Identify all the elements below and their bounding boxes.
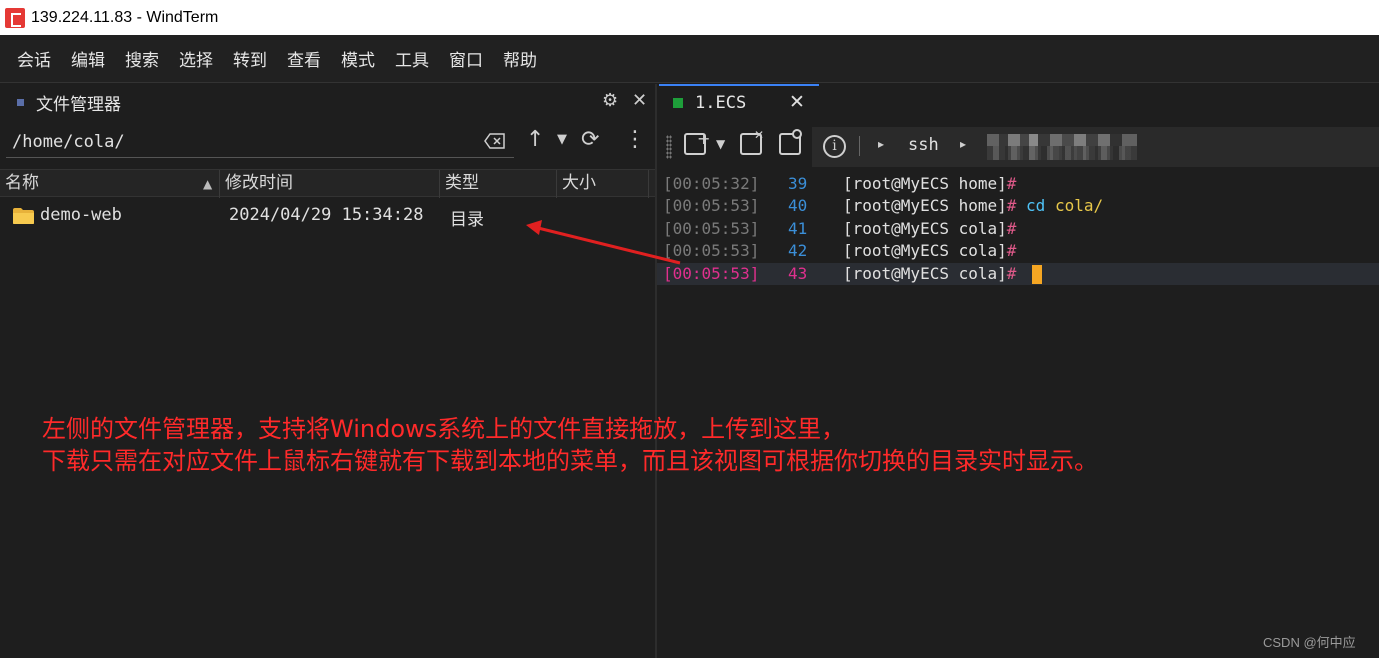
annotation-line-2: 下载只需在对应文件上鼠标右键就有下载到本地的菜单，而且该视图可根据你切换的目录实… — [42, 447, 1098, 475]
column-name-label: 名称 — [5, 173, 39, 193]
line-prompt: [root@MyECS home]# cd cola/ — [843, 196, 1104, 215]
window-title: 139.224.11.83 - WindTerm — [31, 8, 219, 26]
session-protocol[interactable]: ssh — [908, 135, 939, 155]
annotation-line-1: 左侧的文件管理器，支持将Windows系统上的文件直接拖放，上传到这里， — [42, 415, 846, 443]
file-modified: 2024/04/29 15:34:28 — [229, 205, 424, 225]
terminal-line: [00:05:53] 40 [root@MyECS home]# cd cola… — [657, 195, 1379, 217]
watermark: CSDN @何中应 — [1263, 635, 1356, 650]
menu-item-help[interactable]: 帮助 — [503, 46, 537, 71]
chevron-down-icon[interactable]: ▼ — [716, 137, 725, 151]
terminal-cursor — [1032, 265, 1042, 284]
line-prompt: [root@MyECS cola]# — [843, 241, 1017, 260]
column-header-type[interactable]: 类型 — [440, 170, 557, 198]
file-manager-header: 文件管理器 ⚙ ✕ — [0, 84, 655, 120]
terminal-line-current: [00:05:53] 43 [root@MyECS cola]# — [657, 263, 1379, 285]
tab-session[interactable]: 1.ECS ✕ — [659, 84, 819, 121]
line-number: 42 — [788, 241, 808, 260]
duplicate-badge-icon — [792, 129, 802, 139]
tab-strip: 1.ECS ✕ — [657, 84, 1379, 121]
breadcrumb-arrow-icon: ▸ — [960, 137, 967, 151]
sort-ascending-icon[interactable]: ▲ — [203, 171, 212, 198]
line-timestamp: [00:05:32] — [663, 174, 760, 193]
menu-item-tools[interactable]: 工具 — [395, 46, 429, 71]
menu-item-view[interactable]: 查看 — [287, 46, 321, 71]
line-prompt: [root@MyECS cola]# — [843, 219, 1017, 238]
file-table-header: 名称 ▲ 修改时间 类型 大小 — [0, 169, 655, 198]
menu-item-select[interactable]: 选择 — [179, 46, 213, 71]
terminal-line: [00:05:53] 41 [root@MyECS cola]# — [657, 218, 1379, 240]
annotation-text: 左侧的文件管理器，支持将Windows系统上的文件直接拖放，上传到这里， 下载只… — [42, 413, 1098, 477]
arrow-up-icon[interactable]: ↑ — [526, 127, 544, 152]
line-number: 39 — [788, 174, 808, 193]
file-manager-title: 文件管理器 — [36, 94, 121, 115]
chevron-down-icon[interactable]: ▼ — [557, 132, 567, 147]
terminal-panel: 1.ECS ✕ + ▼ ✕ i ▸ ssh ▸ [00:05:32] 39 [r… — [657, 84, 1379, 658]
plus-icon: + — [697, 129, 711, 148]
menu-bar: 会话 编辑 搜索 选择 转到 查看 模式 工具 窗口 帮助 — [0, 35, 1379, 83]
column-header-modified[interactable]: 修改时间 — [220, 170, 440, 198]
menu-item-window[interactable]: 窗口 — [449, 46, 483, 71]
terminal-line: [00:05:53] 42 [root@MyECS cola]# — [657, 240, 1379, 262]
column-header-size[interactable]: 大小 — [557, 170, 649, 198]
close-icon[interactable]: ✕ — [632, 90, 647, 111]
separator — [859, 136, 860, 156]
close-x-icon: ✕ — [754, 128, 765, 142]
gear-icon[interactable]: ⚙ — [602, 90, 618, 111]
menu-item-goto[interactable]: 转到 — [233, 46, 267, 71]
clear-input-icon[interactable] — [484, 133, 506, 149]
title-bar: 139.224.11.83 - WindTerm — [0, 0, 1379, 35]
breadcrumb-arrow-icon: ▸ — [878, 137, 885, 151]
info-icon[interactable]: i — [823, 135, 846, 158]
file-type: 目录 — [450, 210, 484, 230]
tab-label: 1.ECS — [695, 93, 747, 113]
menu-item-edit[interactable]: 编辑 — [71, 46, 105, 71]
menu-item-session[interactable]: 会话 — [17, 46, 51, 71]
path-bar: ↑ ▼ ⟳ ⋮ — [0, 124, 655, 162]
terminal-line: [00:05:32] 39 [root@MyECS home]# — [657, 173, 1379, 195]
folder-icon — [13, 208, 34, 224]
more-vertical-icon[interactable]: ⋮ — [624, 127, 646, 152]
column-header-name[interactable]: 名称 ▲ — [0, 170, 220, 198]
column-size-label: 大小 — [562, 173, 596, 193]
close-icon[interactable]: ✕ — [789, 91, 805, 113]
refresh-icon[interactable]: ⟳ — [581, 127, 599, 152]
panel-bullet-icon — [17, 98, 24, 106]
line-timestamp: [00:05:53] — [663, 196, 760, 215]
line-number: 40 — [788, 196, 808, 215]
path-input[interactable] — [6, 126, 514, 158]
column-type-label: 类型 — [445, 173, 479, 193]
line-prompt: [root@MyECS home]# — [843, 174, 1017, 193]
terminal-toolbar: + ▼ ✕ i ▸ ssh ▸ — [657, 127, 1379, 167]
redacted-host[interactable] — [987, 134, 1137, 160]
column-modified-label: 修改时间 — [225, 173, 293, 193]
session-status-dot — [673, 98, 683, 108]
line-number: 43 — [788, 264, 808, 283]
windterm-app-icon[interactable] — [5, 7, 25, 28]
file-manager-panel: 文件管理器 ⚙ ✕ ↑ ▼ ⟳ ⋮ 名称 ▲ 修改时间 类型 大小 — [0, 84, 655, 658]
line-number: 41 — [788, 219, 808, 238]
annotation-arrow — [526, 220, 681, 265]
menu-item-search[interactable]: 搜索 — [125, 46, 159, 71]
menu-item-mode[interactable]: 模式 — [341, 46, 375, 71]
file-name: demo-web — [40, 205, 122, 225]
toolbar-grip-icon[interactable] — [666, 135, 672, 159]
line-prompt: [root@MyECS cola]# — [843, 264, 1017, 283]
